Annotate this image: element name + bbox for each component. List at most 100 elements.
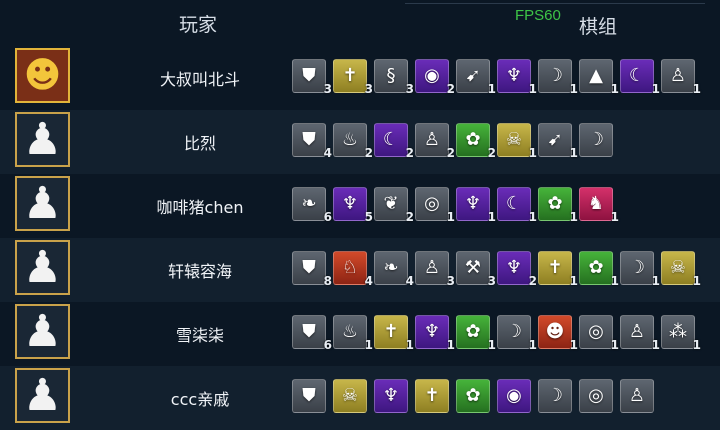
trait-badge[interactable]: ☾ 2 <box>374 123 414 160</box>
trait-badge[interactable]: ☽ 1 <box>620 251 660 288</box>
trait-count: 1 <box>569 338 578 352</box>
combo-column-header: 棋组 <box>579 16 618 38</box>
trait-badge[interactable]: ♆ 1 <box>497 59 537 96</box>
shield-icon: ⛊ <box>302 65 316 86</box>
trait-count: 1 <box>610 338 619 352</box>
trait-badge[interactable]: ♆ 1 <box>456 187 496 224</box>
pawn-avatar[interactable]: ♟ <box>15 176 70 231</box>
trait-badge[interactable]: ⛊ 3 <box>292 59 332 96</box>
trait-badge[interactable]: ♙ <box>620 379 654 413</box>
trait-count: 2 <box>446 146 455 160</box>
human-icon: ♙ <box>423 129 441 150</box>
trait-badge[interactable]: ❧ 6 <box>292 187 332 224</box>
player-row[interactable]: ♟ 比烈 ⛊ 4 ♨ 2 ☾ 2 ♙ 2 ✿ 2 ☠ 1 ➹ 1 ☽ <box>0 110 720 174</box>
trait-badge[interactable]: § 3 <box>374 59 414 96</box>
trait-count: 1 <box>487 210 496 224</box>
trait-badge[interactable]: ♙ 1 <box>661 59 701 96</box>
trait-count: 1 <box>692 274 701 288</box>
shield-icon: ⛊ <box>302 257 316 278</box>
trait-badge[interactable]: ◎ <box>579 379 613 413</box>
trait-badge[interactable]: ♙ 3 <box>415 251 455 288</box>
beast-paw-icon: ✿ <box>465 321 481 342</box>
trait-badge[interactable]: ➹ 1 <box>456 59 496 96</box>
pawn-avatar[interactable]: ♟ <box>15 304 70 359</box>
trait-badge[interactable]: ♘ 4 <box>333 251 373 288</box>
trait-badge[interactable]: ♆ 2 <box>497 251 537 288</box>
trait-badge[interactable]: ♙ 1 <box>620 315 660 352</box>
trait-badge[interactable]: ♨ 2 <box>333 123 373 160</box>
trait-badge[interactable]: ▲ 1 <box>579 59 619 96</box>
trait-badge[interactable]: ✿ 1 <box>538 187 578 224</box>
trait-badge[interactable]: ✿ 1 <box>579 251 619 288</box>
hammer-icon: ⚒ <box>464 257 482 278</box>
trait-badge[interactable]: ⛊ 6 <box>292 315 332 352</box>
skull-mask-icon: ☠ <box>669 257 687 278</box>
player-column-header: 玩家 <box>179 14 218 36</box>
trait-badge[interactable]: ☻ 1 <box>538 315 578 352</box>
trait-badge[interactable]: ♆ 5 <box>333 187 373 224</box>
trait-badge[interactable]: ◉ <box>497 379 531 413</box>
trait-badge[interactable]: ♞ 1 <box>579 187 619 224</box>
trait-badge[interactable]: ✿ 2 <box>456 123 496 160</box>
crescent-icon: ☾ <box>505 193 523 214</box>
trait-badge[interactable]: ☾ 1 <box>497 187 537 224</box>
player-row[interactable]: ♟ 雪柒柒 ⛊ 6 ♨ 1 ✝ 1 ♆ 1 ✿ 1 ☽ 1 ☻ 1 ◎ 1 ♙ 1 ⁂ 1 <box>0 302 720 366</box>
trait-badge[interactable]: ☠ 1 <box>661 251 701 288</box>
pawn-avatar[interactable]: ♟ <box>15 112 70 167</box>
trait-badge[interactable]: ◎ 1 <box>579 315 619 352</box>
player-name: 大叔叫北斗 <box>159 70 240 89</box>
trait-badge[interactable]: ☽ <box>579 123 613 157</box>
trait-count: 1 <box>569 210 578 224</box>
human-icon: ♙ <box>628 385 646 406</box>
trait-badge[interactable]: ☽ <box>538 379 572 413</box>
player-row[interactable]: ☻ 大叔叫北斗 ⛊ 3 ✝ 3 § 3 ◉ 2 ➹ 1 ♆ 1 ☽ 1 ▲ 1 ☾ 1 ♙ 1 <box>0 46 720 110</box>
trait-badge[interactable]: ⛊ 4 <box>292 123 332 160</box>
trait-badge[interactable]: ⛊ <box>292 379 326 413</box>
scythe-icon: ☽ <box>546 65 564 86</box>
trait-count: 1 <box>528 210 537 224</box>
trait-badge[interactable]: ✝ 1 <box>374 315 414 352</box>
trait-count: 1 <box>651 338 660 352</box>
pawn-avatar[interactable]: ♟ <box>15 240 70 295</box>
trait-badge[interactable]: ✝ <box>415 379 449 413</box>
trait-badge[interactable]: ☽ 1 <box>497 315 537 352</box>
player-row[interactable]: ♟ 咖啡猪chen ❧ 6 ♆ 5 ❦ 2 ◎ 1 ♆ 1 ☾ 1 ✿ 1 ♞ 1 <box>0 174 720 238</box>
troll-face-icon: ☻ <box>545 321 565 342</box>
target-eye-icon: ◎ <box>424 193 440 214</box>
trait-badge[interactable]: ✿ 1 <box>456 315 496 352</box>
crescent-icon: ☾ <box>382 129 400 150</box>
pawn-avatar[interactable]: ♟ <box>15 368 70 423</box>
trait-badge[interactable]: ❦ 2 <box>374 187 414 224</box>
player-row[interactable]: ♟ ccc亲戚 ⛊ ☠ ♆ ✝ ✿ ◉ ☽ ◎ ♙ <box>0 366 720 430</box>
pawn-avatar-glyph: ♟ <box>22 178 63 229</box>
trait-badge[interactable]: ✝ 1 <box>538 251 578 288</box>
trait-badge[interactable]: ☾ 1 <box>620 59 660 96</box>
trait-badge[interactable]: ⁂ 1 <box>661 315 701 352</box>
trait-badge[interactable]: ◎ 1 <box>415 187 455 224</box>
trait-badge[interactable]: ❧ 4 <box>374 251 414 288</box>
bow-icon: ➹ <box>547 129 563 150</box>
trait-badge[interactable]: ☠ 1 <box>497 123 537 160</box>
trait-count: 6 <box>323 210 332 224</box>
goblin-hat-icon: ▲ <box>589 65 603 86</box>
trait-badge[interactable]: ✝ 3 <box>333 59 373 96</box>
trait-count: 1 <box>610 274 619 288</box>
trait-badge[interactable]: ☽ 1 <box>538 59 578 96</box>
player-row[interactable]: ♟ 轩辕容海 ⛊ 8 ♘ 4 ❧ 4 ♙ 3 ⚒ 3 ♆ 2 ✝ 1 ✿ 1 ☽ 1 ☠ 1 <box>0 238 720 302</box>
trait-badge[interactable]: ⚒ 3 <box>456 251 496 288</box>
trait-badge[interactable]: ⛊ 8 <box>292 251 332 288</box>
player-name: 雪柒柒 <box>175 326 224 345</box>
trait-badge[interactable]: ♆ 1 <box>415 315 455 352</box>
trait-badge[interactable]: ➹ 1 <box>538 123 578 160</box>
trait-badge[interactable]: ♙ 2 <box>415 123 455 160</box>
trait-count: 2 <box>446 82 455 96</box>
skull-mask-icon: ☠ <box>341 385 359 406</box>
trait-badge[interactable]: ☠ <box>333 379 367 413</box>
trait-badge[interactable]: ✿ <box>456 379 490 413</box>
trait-badge[interactable]: ♨ 1 <box>333 315 373 352</box>
trait-badge[interactable]: ♆ <box>374 379 408 413</box>
beast-paw-icon: ✿ <box>465 385 481 406</box>
player-name: ccc亲戚 <box>170 390 230 409</box>
golden-monster-avatar[interactable]: ☻ <box>15 48 70 103</box>
trait-badge[interactable]: ◉ 2 <box>415 59 455 96</box>
